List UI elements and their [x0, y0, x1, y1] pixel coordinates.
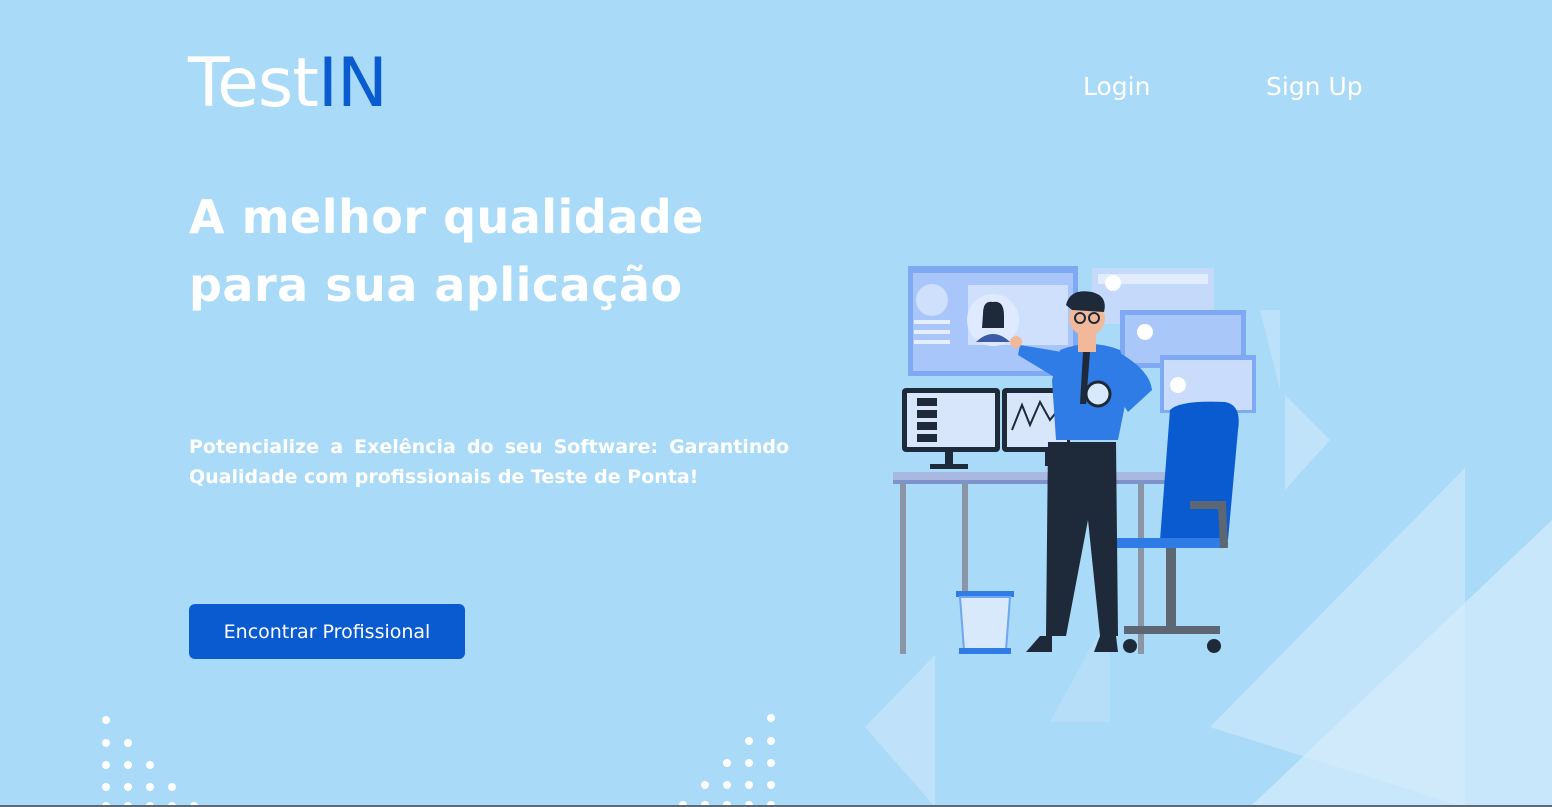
brand-name-main: Test [188, 44, 319, 123]
office-chair-illustration [1110, 401, 1239, 653]
decorative-dots-left [102, 716, 198, 807]
hero-headline-line2: para sua aplicação [189, 258, 683, 312]
decorative-dots-right [679, 714, 775, 807]
hero-subtitle: Potencialize a Exelência do seu Software… [189, 436, 789, 488]
hero-headline: A melhor qualidade para sua aplicação [189, 183, 704, 319]
nav-login-link[interactable]: Login [1083, 70, 1150, 104]
tester-at-workstation-illustration [893, 266, 1256, 654]
hero-headline-line1: A melhor qualidade [189, 190, 704, 244]
brand-name-accent: IN [317, 44, 388, 123]
trash-bin-illustration [956, 591, 1014, 654]
landing-page: TestIN Login Sign Up A melhor qualidade … [0, 0, 1552, 807]
nav-signup-link[interactable]: Sign Up [1266, 70, 1363, 104]
brand-logo[interactable]: TestIN [188, 44, 388, 123]
monitors-illustration [902, 388, 1070, 469]
find-professional-button[interactable]: Encontrar Profissional [189, 604, 465, 659]
